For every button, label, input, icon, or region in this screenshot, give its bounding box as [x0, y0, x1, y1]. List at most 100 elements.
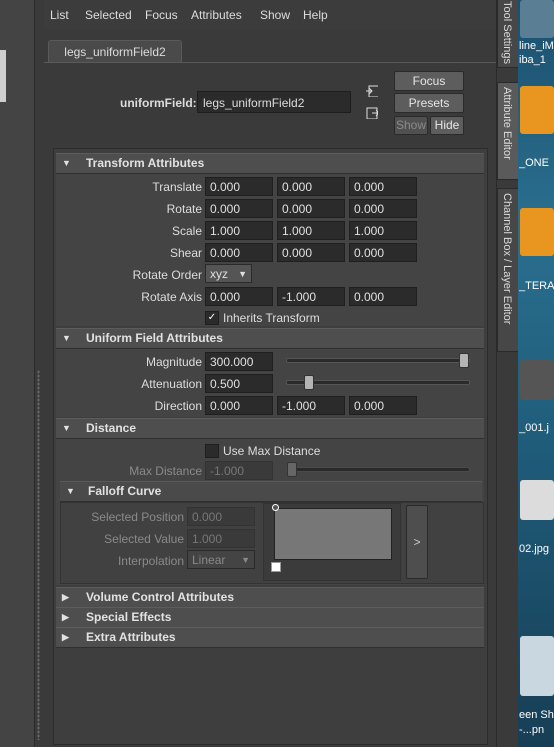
usb-drive-icon[interactable] [520, 208, 554, 256]
uniform-field-input[interactable]: legs_uniformField2 [197, 91, 351, 113]
expanded-arrow-icon: ▼ [66, 486, 75, 496]
max-distance-field[interactable]: -1.000 [205, 461, 273, 480]
load-output-icon[interactable] [366, 107, 378, 119]
magnitude-slider-handle[interactable] [459, 353, 469, 368]
desktop-file-label: -...pn [519, 724, 545, 736]
magnitude-slider-track[interactable] [286, 358, 470, 363]
menu-help[interactable]: Help [303, 8, 328, 22]
screenshot-thumbnail-icon[interactable] [520, 360, 554, 400]
ramp-point-handle[interactable] [272, 504, 279, 511]
selected-position-field[interactable]: 0.000 [187, 507, 255, 526]
figure-thumbnail-icon[interactable] [520, 636, 554, 696]
interpolation-value: Linear [192, 553, 226, 567]
attenuation-slider-handle[interactable] [304, 375, 314, 390]
scale-label: Scale [171, 224, 202, 238]
special-effects-header[interactable]: ▶ Special Effects [56, 607, 484, 628]
extra-attributes-header[interactable]: ▶ Extra Attributes [56, 627, 484, 648]
attenuation-label: Attenuation [141, 377, 202, 391]
collapsed-arrow-icon: ▶ [62, 592, 69, 602]
rotate-order-value: xyz [210, 267, 228, 281]
image-thumbnail-icon[interactable] [520, 480, 554, 520]
direction-y-field[interactable]: -1.000 [277, 396, 345, 415]
selected-value-field[interactable]: 1.000 [187, 529, 255, 548]
tab-divider [44, 62, 496, 63]
drive-icon[interactable] [520, 86, 554, 134]
rotate-axis-label: Rotate Axis [141, 290, 202, 304]
viewport-edge [0, 50, 6, 102]
direction-z-field[interactable]: 0.000 [349, 396, 417, 415]
selected-position-label: Selected Position [91, 510, 184, 524]
translate-y-field[interactable]: 0.000 [277, 177, 345, 196]
interpolation-label: Interpolation [117, 554, 184, 568]
desktop-file-label: _TERA [519, 280, 554, 292]
node-tab[interactable]: legs_uniformField2 [48, 40, 182, 63]
rotate-axis-z-field[interactable]: 0.000 [349, 287, 417, 306]
rotate-z-field[interactable]: 0.000 [349, 199, 417, 218]
left-panel-strip [0, 0, 35, 747]
menu-attributes[interactable]: Attributes [191, 8, 242, 22]
tab-channel-box-layer-editor[interactable]: Channel Box / Layer Editor [497, 188, 519, 352]
shear-y-field[interactable]: 0.000 [277, 243, 345, 262]
scale-z-field[interactable]: 1.000 [349, 221, 417, 240]
use-max-distance-checkbox[interactable] [205, 444, 219, 458]
shear-z-field[interactable]: 0.000 [349, 243, 417, 262]
rotate-axis-x-field[interactable]: 0.000 [205, 287, 273, 306]
presets-button[interactable]: Presets [394, 93, 464, 113]
uniform-field-attributes-header[interactable]: ▼ Uniform Field Attributes [56, 328, 484, 349]
desktop-file-label: een Sh [519, 709, 554, 721]
scale-x-field[interactable]: 1.000 [205, 221, 273, 240]
desktop-file-label: iba_1 [519, 54, 546, 66]
inherits-transform-label: Inherits Transform [223, 311, 320, 325]
tab-attribute-editor[interactable]: Attribute Editor [497, 82, 519, 180]
direction-label: Direction [154, 399, 202, 413]
desktop-file-label: _001.j [519, 422, 549, 434]
menu-focus[interactable]: Focus [145, 8, 178, 22]
inherits-transform-checkbox[interactable]: ✓ [205, 311, 219, 325]
show-button[interactable]: Show [394, 116, 428, 135]
ramp-color-swatch[interactable] [271, 562, 281, 572]
resize-handle[interactable] [37, 370, 40, 740]
translate-label: Translate [152, 180, 202, 194]
magnitude-field[interactable]: 300.000 [205, 352, 273, 371]
translate-x-field[interactable]: 0.000 [205, 177, 273, 196]
rotate-axis-y-field[interactable]: -1.000 [277, 287, 345, 306]
load-input-icon[interactable] [366, 85, 378, 97]
shear-x-field[interactable]: 0.000 [205, 243, 273, 262]
interpolation-dropdown[interactable]: Linear ▼ [187, 550, 255, 569]
chevron-down-icon: ▼ [241, 555, 250, 565]
rotate-y-field[interactable]: 0.000 [277, 199, 345, 218]
shear-label: Shear [169, 246, 202, 260]
translate-z-field[interactable]: 0.000 [349, 177, 417, 196]
menu-list[interactable]: List [50, 8, 69, 22]
collapsed-arrow-icon: ▶ [62, 632, 69, 642]
use-max-distance-label: Use Max Distance [223, 444, 321, 458]
expanded-arrow-icon: ▼ [62, 423, 71, 433]
menu-bar: List Selected Focus Attributes Show Help [44, 0, 496, 30]
falloff-ramp-graph[interactable] [274, 508, 392, 560]
expanded-arrow-icon: ▼ [62, 333, 71, 343]
attenuation-field[interactable]: 0.500 [205, 374, 273, 393]
distance-header[interactable]: ▼ Distance [56, 418, 484, 439]
uniform-field-label: uniformField: [120, 96, 197, 110]
expanded-arrow-icon: ▼ [62, 158, 71, 168]
desktop-file-label: _ONE [519, 157, 549, 169]
hide-button[interactable]: Hide [430, 116, 464, 135]
volume-control-attributes-header[interactable]: ▶ Volume Control Attributes [56, 587, 484, 608]
max-distance-slider-track[interactable] [286, 467, 470, 472]
transform-attributes-header[interactable]: ▼ Transform Attributes [56, 153, 484, 174]
falloff-curve-header[interactable]: ▼ Falloff Curve [60, 481, 482, 502]
selected-value-label: Selected Value [104, 532, 184, 546]
menu-show[interactable]: Show [260, 8, 290, 22]
tab-tool-settings[interactable]: Tool Settings [497, 0, 519, 68]
rotate-x-field[interactable]: 0.000 [205, 199, 273, 218]
rotate-order-dropdown[interactable]: xyz ▼ [205, 264, 252, 283]
expand-ramp-button[interactable]: > [406, 505, 428, 579]
scale-y-field[interactable]: 1.000 [277, 221, 345, 240]
focus-button[interactable]: Focus [394, 71, 464, 91]
menu-selected[interactable]: Selected [85, 8, 132, 22]
max-distance-slider-handle[interactable] [287, 462, 297, 477]
desktop-file-label: 02.jpg [519, 543, 549, 555]
direction-x-field[interactable]: 0.000 [205, 396, 273, 415]
file-thumbnail-icon[interactable] [520, 0, 554, 38]
chevron-down-icon: ▼ [238, 269, 247, 279]
